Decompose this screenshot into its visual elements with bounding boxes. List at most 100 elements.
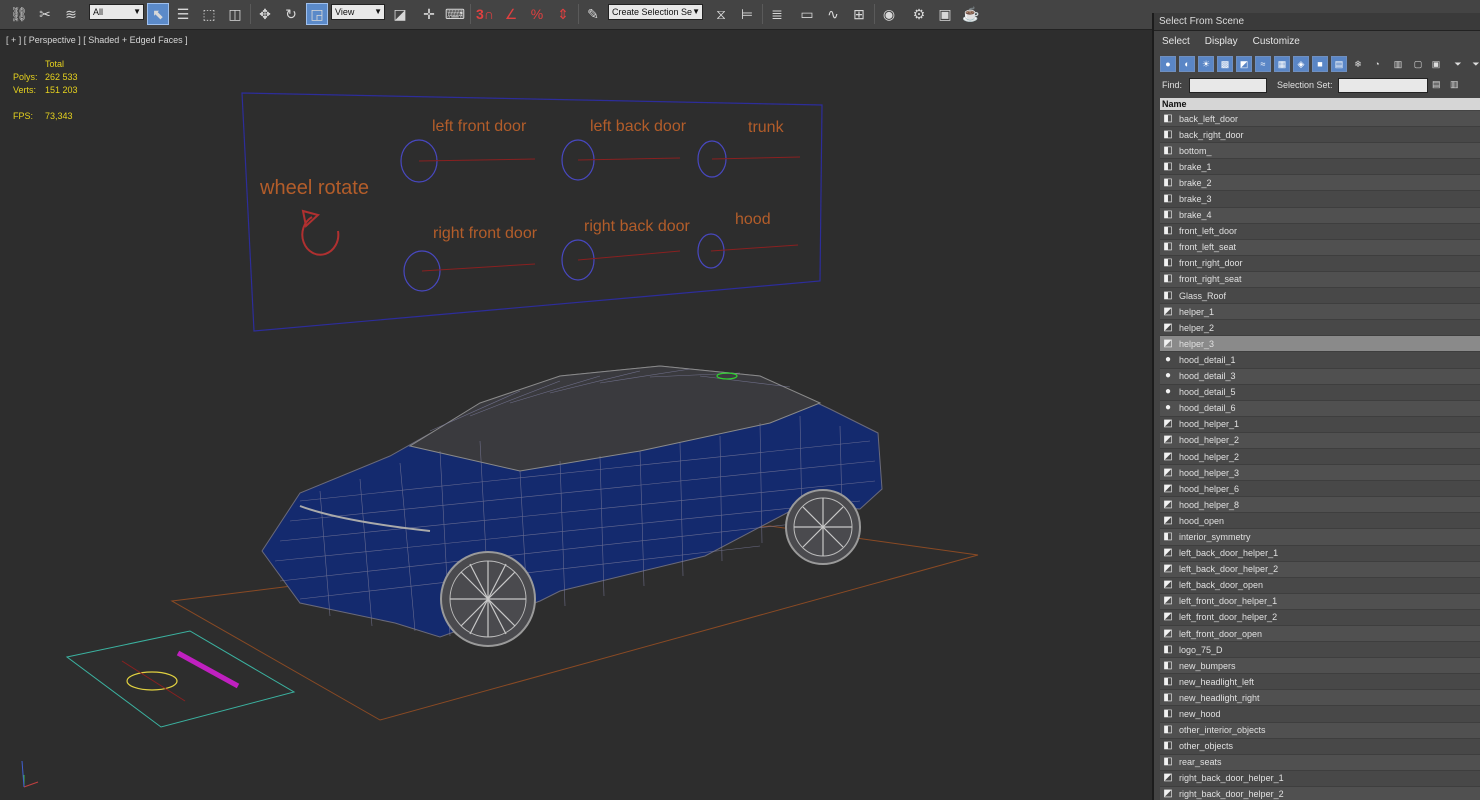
- link-icon[interactable]: ⛓: [8, 3, 30, 25]
- curve-editor-icon[interactable]: ∿: [822, 3, 844, 25]
- list-item[interactable]: ◩ left_back_door_helper_1: [1160, 545, 1480, 562]
- list-item[interactable]: ◩ hood_helper_6: [1160, 481, 1480, 498]
- column-header-name[interactable]: Name: [1160, 98, 1480, 110]
- schematic-view-icon[interactable]: ⊞: [848, 3, 870, 25]
- list-item[interactable]: ◧ rear_seats: [1160, 754, 1480, 771]
- list-item[interactable]: ◧ brake_1: [1160, 159, 1480, 176]
- spinner-snap-icon[interactable]: ⇕: [552, 3, 574, 25]
- list-item[interactable]: ● hood_detail_6: [1160, 400, 1480, 417]
- select-manipulate-icon[interactable]: ✛: [418, 3, 440, 25]
- render-setup-icon[interactable]: ⚙: [908, 3, 930, 25]
- rotate-icon[interactable]: ↻: [280, 3, 302, 25]
- reference-coordinate-select[interactable]: View ▼: [331, 4, 385, 20]
- list-item[interactable]: ◩ right_back_door_helper_1: [1160, 770, 1480, 787]
- window-crossing-icon[interactable]: ◫: [224, 3, 246, 25]
- display-helpers-icon[interactable]: ◩: [1236, 56, 1252, 72]
- display-cameras-icon[interactable]: ▩: [1217, 56, 1233, 72]
- display-xrefs-icon[interactable]: ◈: [1293, 56, 1309, 72]
- list-item[interactable]: ◧ back_left_door: [1160, 111, 1480, 128]
- list-item[interactable]: ◩ hood_open: [1160, 513, 1480, 530]
- scale-icon[interactable]: ◲: [306, 3, 328, 25]
- perspective-viewport[interactable]: [ + ] [ Perspective ] [ Shaded + Edged F…: [0, 31, 1152, 800]
- display-shapes-icon[interactable]: ◐: [1179, 56, 1195, 72]
- display-groups-icon[interactable]: ▦: [1274, 56, 1290, 72]
- list-item[interactable]: ◩ helper_2: [1160, 320, 1480, 337]
- select-object-icon[interactable]: ⬉: [147, 3, 169, 25]
- list-item[interactable]: ◧ interior_symmetry: [1160, 529, 1480, 546]
- list-item[interactable]: ◧ brake_2: [1160, 175, 1480, 192]
- render-frame-icon[interactable]: ▣: [934, 3, 956, 25]
- pivot-icon[interactable]: ◪: [389, 3, 411, 25]
- menu-customize[interactable]: Customize: [1253, 36, 1300, 47]
- percent-snap-icon[interactable]: %: [526, 3, 548, 25]
- mirror-icon[interactable]: ⧖: [710, 3, 732, 25]
- list-item[interactable]: ◧ brake_3: [1160, 191, 1480, 208]
- list-item[interactable]: ◩ left_back_door_helper_2: [1160, 561, 1480, 578]
- list-item[interactable]: ◩ left_back_door_open: [1160, 577, 1480, 594]
- list-item[interactable]: ◧ front_right_seat: [1160, 271, 1480, 289]
- list-item[interactable]: ◩ helper_1: [1160, 304, 1480, 321]
- display-hidden-icon[interactable]: ◔: [1369, 56, 1385, 72]
- display-frozen-icon[interactable]: ❄: [1350, 56, 1366, 72]
- list-item[interactable]: ◩ right_back_door_helper_2: [1160, 786, 1480, 800]
- selection-set-add-icon[interactable]: ▤: [1432, 79, 1441, 90]
- bind-spacewarp-icon[interactable]: ≋: [60, 3, 82, 25]
- list-item[interactable]: ◧ Glass_Roof: [1160, 288, 1480, 305]
- render-icon[interactable]: ☕: [960, 3, 982, 25]
- material-editor-icon[interactable]: ◉: [878, 3, 900, 25]
- list-item[interactable]: ◧ front_right_door: [1160, 255, 1480, 272]
- list-item[interactable]: ◧ new_headlight_left: [1160, 674, 1480, 691]
- list-item[interactable]: ◩ hood_helper_2: [1160, 432, 1480, 449]
- list-item[interactable]: ● hood_detail_5: [1160, 384, 1480, 401]
- filter-options-icon[interactable]: ⏷: [1468, 56, 1480, 72]
- list-item[interactable]: ◩ hood_helper_2: [1160, 448, 1480, 466]
- menu-select[interactable]: Select: [1162, 36, 1190, 47]
- selection-set-select[interactable]: [1338, 78, 1428, 93]
- named-selection-set-select[interactable]: Create Selection Se ▼: [608, 4, 703, 20]
- angle-snap-icon[interactable]: ∠: [500, 3, 522, 25]
- toggle-ribbon-icon[interactable]: ▭: [796, 3, 818, 25]
- select-by-name-icon[interactable]: ☰: [172, 3, 194, 25]
- list-item[interactable]: ◩ left_front_door_helper_1: [1160, 593, 1480, 610]
- keyboard-shortcut-icon[interactable]: ⌨: [444, 3, 466, 25]
- list-item[interactable]: ◧ back_right_door: [1160, 127, 1480, 144]
- selection-set-edit-icon[interactable]: ▥: [1450, 79, 1459, 90]
- list-item[interactable]: ● hood_detail_3: [1160, 368, 1480, 385]
- list-item[interactable]: ◧ new_bumpers: [1160, 658, 1480, 675]
- left-back-door-slider[interactable]: [577, 157, 681, 161]
- list-item[interactable]: ◩ left_front_door_helper_2: [1160, 609, 1480, 626]
- dialog-title[interactable]: Select From Scene: [1154, 13, 1480, 31]
- move-icon[interactable]: ✥: [254, 3, 276, 25]
- list-item[interactable]: ◩ helper_3: [1160, 336, 1480, 353]
- list-item[interactable]: ● hood_detail_1: [1160, 352, 1480, 369]
- display-bones-icon[interactable]: ■: [1312, 56, 1328, 72]
- display-all-icon[interactable]: ▥: [1390, 56, 1406, 72]
- list-item[interactable]: ◧ brake_4: [1160, 207, 1480, 224]
- list-item[interactable]: ◧ other_interior_objects: [1160, 722, 1480, 739]
- align-icon[interactable]: ⊨: [736, 3, 758, 25]
- list-item[interactable]: ◧ front_left_door: [1160, 223, 1480, 240]
- list-item[interactable]: ◩ hood_helper_8: [1160, 497, 1480, 514]
- car-model[interactable]: [261, 365, 883, 647]
- display-spacewarps-icon[interactable]: ≈: [1255, 56, 1271, 72]
- snap-toggle-icon[interactable]: 3 ∩: [474, 3, 496, 25]
- display-lights-icon[interactable]: ☀: [1198, 56, 1214, 72]
- list-item[interactable]: ◩ hood_helper_3: [1160, 465, 1480, 482]
- display-geometry-icon[interactable]: ●: [1160, 56, 1176, 72]
- display-none-icon[interactable]: ▢: [1410, 56, 1426, 72]
- menu-display[interactable]: Display: [1205, 36, 1238, 47]
- layer-explorer-icon[interactable]: ≣: [766, 3, 788, 25]
- unlink-icon[interactable]: ✂: [34, 3, 56, 25]
- selection-filter-select[interactable]: All ▼: [89, 4, 144, 20]
- find-input[interactable]: [1189, 78, 1267, 93]
- trunk-slider[interactable]: [711, 156, 801, 160]
- list-item[interactable]: ◧ new_headlight_right: [1160, 690, 1480, 707]
- logo-helper-plane[interactable]: [65, 630, 296, 728]
- display-containers-icon[interactable]: ▤: [1331, 56, 1347, 72]
- rect-select-icon[interactable]: ⬚: [198, 3, 220, 25]
- display-invert-icon[interactable]: ▣: [1428, 56, 1444, 72]
- list-item[interactable]: ◧ logo_75_D: [1160, 642, 1480, 659]
- list-item[interactable]: ◩ left_front_door_open: [1160, 626, 1480, 643]
- list-item[interactable]: ◧ bottom_: [1160, 143, 1480, 160]
- list-item[interactable]: ◧ front_left_seat: [1160, 239, 1480, 256]
